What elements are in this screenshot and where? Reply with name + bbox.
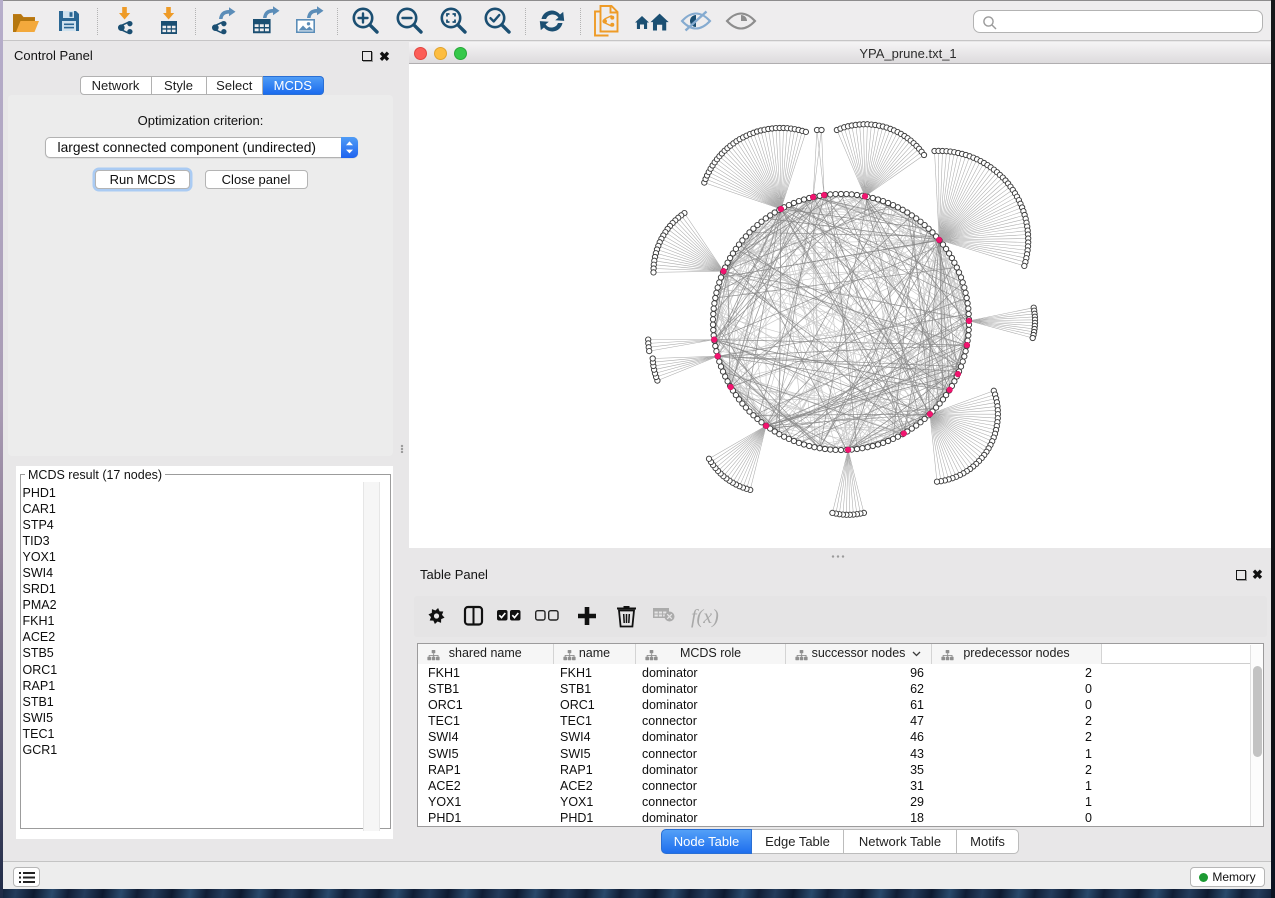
svg-text:f(x): f(x) bbox=[691, 606, 719, 628]
